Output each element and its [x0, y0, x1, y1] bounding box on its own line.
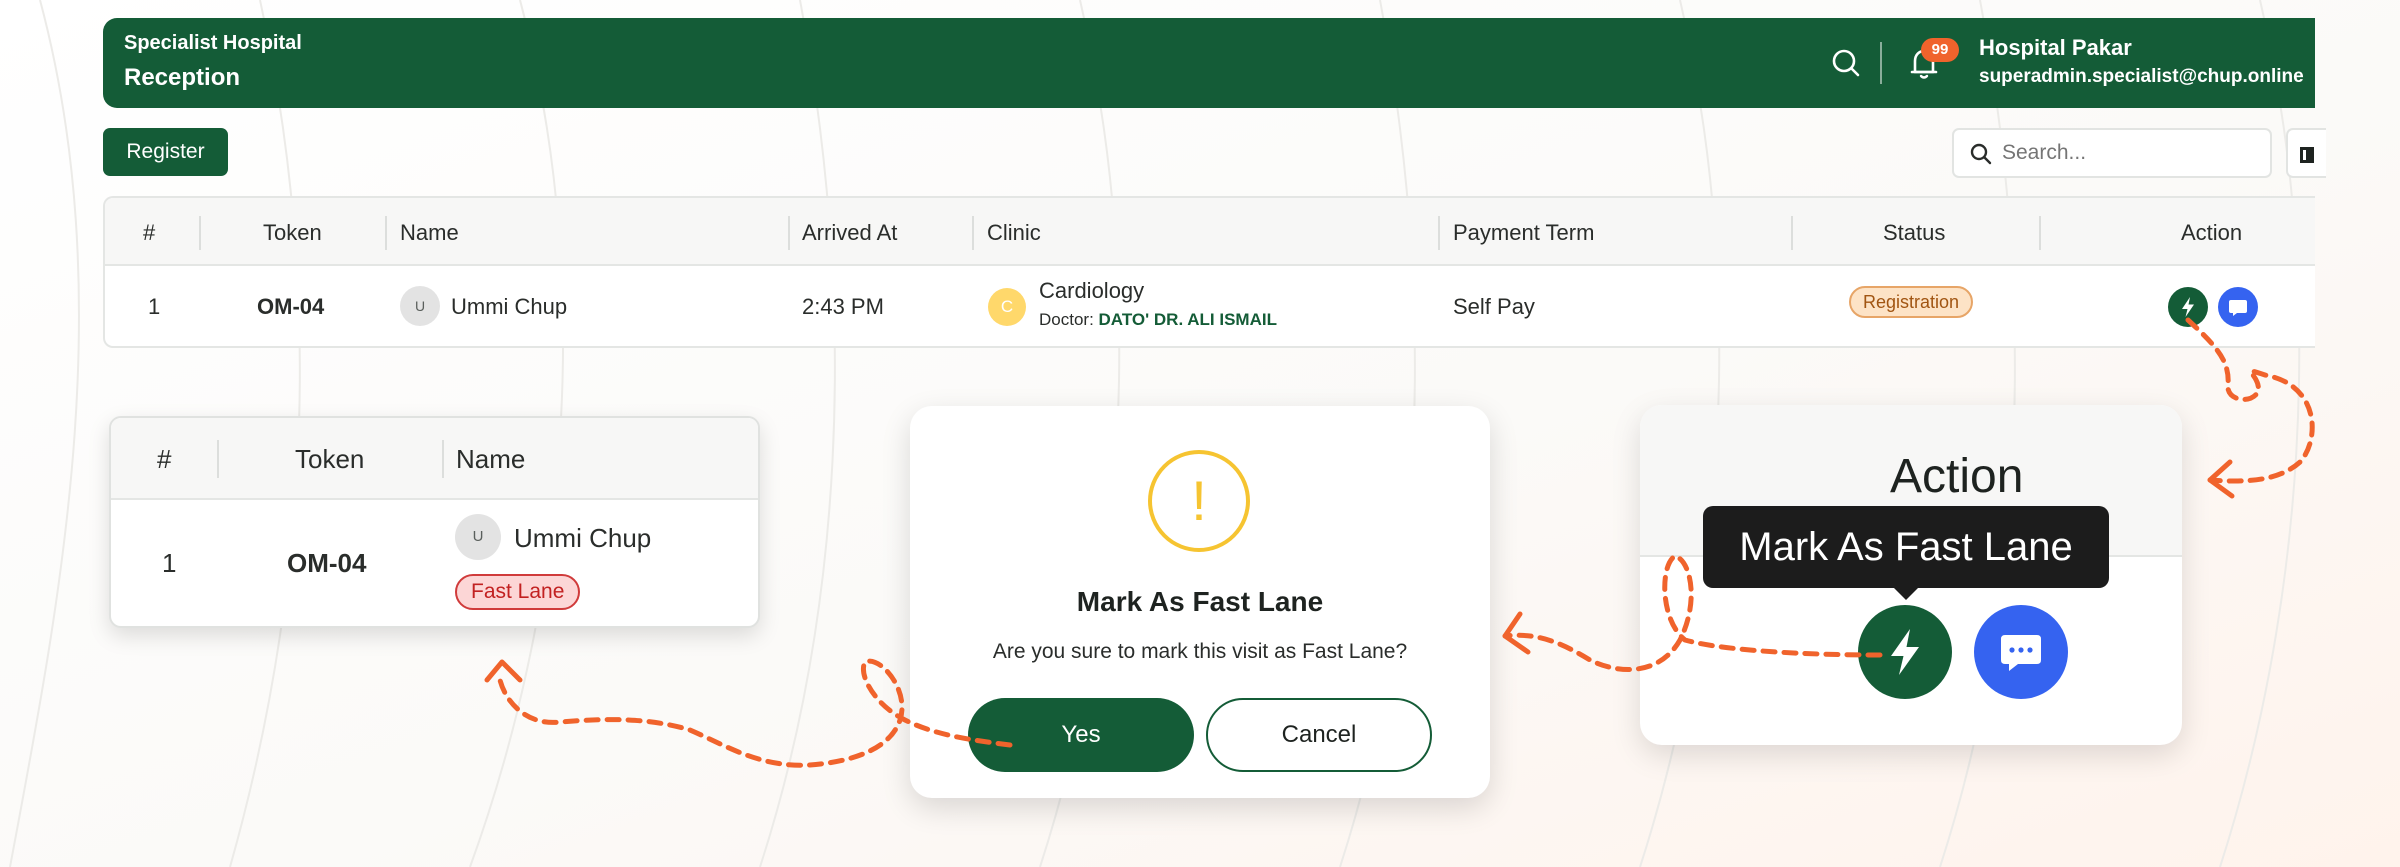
tooltip-pointer	[1892, 586, 1920, 600]
status-badge: Registration	[1849, 286, 1974, 318]
doctor-name: DATO' DR. ALI ISMAIL	[1098, 310, 1277, 329]
notification-badge: 99	[1921, 38, 1959, 62]
fast-lane-result-card: # Token Name 1 OM-04 U Ummi Chup Fast La…	[109, 416, 760, 628]
column-divider	[442, 440, 444, 478]
clinic-avatar: C	[988, 288, 1026, 326]
row-token: OM-04	[287, 548, 367, 578]
chat-icon	[2229, 300, 2247, 316]
col-header-name: Name	[400, 220, 459, 245]
hospital-name: Specialist Hospital	[124, 32, 302, 54]
fast-lane-button[interactable]	[2168, 287, 2208, 327]
yes-button[interactable]: Yes	[968, 698, 1194, 772]
search-input[interactable]	[2002, 139, 2252, 167]
column-divider	[788, 216, 790, 250]
col-header-clinic: Clinic	[987, 220, 1041, 245]
visits-table: # Token Name Arrived At Clinic Payment T…	[103, 196, 2315, 348]
row-index: 1	[148, 294, 161, 319]
row-index: 1	[162, 548, 177, 578]
col-header-index: #	[143, 220, 156, 245]
fast-lane-badge: Fast Lane	[455, 574, 581, 610]
col-header-name: Name	[456, 444, 526, 474]
lightning-icon	[1891, 629, 1919, 675]
user-name[interactable]: Hospital Pakar	[1979, 35, 2132, 61]
lightning-icon	[2182, 297, 2194, 317]
columns-icon	[2300, 147, 2314, 163]
column-divider	[2039, 216, 2041, 250]
row-patient-name[interactable]: Ummi Chup	[451, 294, 567, 320]
column-divider	[1438, 216, 1440, 250]
dialog-title: Mark As Fast Lane	[1076, 586, 1324, 617]
row-patient-name[interactable]: Ummi Chup	[514, 523, 651, 554]
message-button[interactable]	[2218, 287, 2258, 327]
avatar: U	[455, 514, 501, 560]
action-header-label: Action	[1890, 450, 2024, 503]
dialog-message: Are you sure to mark this visit as Fast …	[992, 640, 1408, 663]
col-header-token: Token	[295, 444, 365, 474]
col-header-action: Action	[2181, 220, 2243, 245]
message-button[interactable]	[1974, 605, 2068, 699]
table-header: # Token Name Arrived At Clinic Payment T…	[105, 198, 2315, 266]
row-doctor: Doctor: DATO' DR. ALI ISMAIL	[1039, 310, 1277, 330]
cancel-button[interactable]: Cancel	[1206, 698, 1432, 772]
row-token: OM-04	[257, 294, 325, 319]
row-payment-term: Self Pay	[1453, 294, 1535, 319]
register-button[interactable]: Register	[103, 128, 228, 176]
column-divider	[1791, 216, 1793, 250]
search-icon[interactable]	[1829, 46, 1863, 80]
table-header: # Token Name	[111, 418, 758, 500]
app-header: Specialist Hospital Reception 99 Hospita…	[103, 18, 2315, 108]
header-divider	[1880, 42, 1882, 84]
columns-toggle-button[interactable]	[2286, 128, 2326, 178]
chat-icon	[2001, 635, 2041, 671]
row-arrived-at: 2:43 PM	[802, 294, 884, 319]
user-email: superadmin.specialist@chup.online	[1979, 66, 2304, 87]
warning-icon: !	[1148, 450, 1250, 552]
col-header-arrived: Arrived At	[802, 220, 898, 245]
page-title: Reception	[124, 64, 241, 91]
search-icon	[1970, 143, 1992, 165]
col-header-token: Token	[263, 220, 322, 245]
fast-lane-button[interactable]	[1858, 605, 1952, 699]
search-field[interactable]	[1952, 128, 2272, 178]
row-clinic: Cardiology	[1039, 278, 1145, 303]
doctor-label: Doctor:	[1039, 310, 1094, 329]
column-divider	[972, 216, 974, 250]
fast-lane-tooltip: Mark As Fast Lane	[1703, 506, 2109, 588]
column-divider	[199, 216, 201, 250]
col-header-status: Status	[1883, 220, 1946, 245]
column-divider	[385, 216, 387, 250]
column-divider	[217, 440, 219, 478]
confirm-dialog: ! Mark As Fast Lane Are you sure to mark…	[910, 406, 1490, 798]
col-header-index: #	[157, 444, 172, 474]
col-header-payment: Payment Term	[1453, 220, 1595, 245]
avatar: U	[400, 286, 440, 326]
